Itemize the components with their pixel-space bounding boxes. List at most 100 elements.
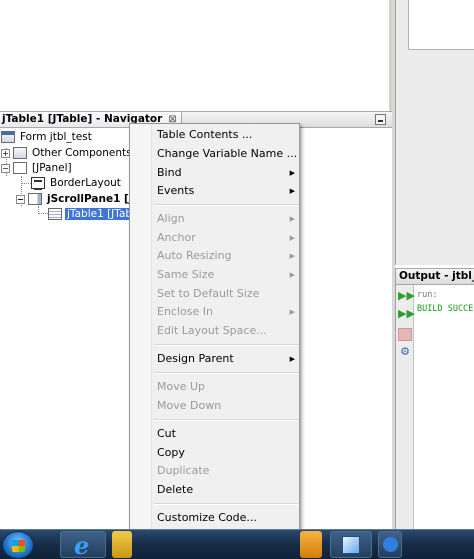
windows-logo-icon [12, 540, 25, 552]
app-icon [383, 537, 398, 552]
tree-node-jpanel[interactable]: − [JPanel] [1, 161, 74, 176]
menu-item-label: Move Up [157, 380, 206, 393]
menu-item-copy[interactable]: Copy [157, 444, 297, 462]
menu-item-move-down: Move Down [157, 397, 297, 415]
submenu-arrow-icon: ▶ [289, 308, 295, 316]
menu-item-label: Design Parent [157, 352, 234, 365]
form-icon [1, 131, 15, 143]
menu-separator [154, 344, 299, 346]
menu-item-label: Customize Code... [157, 511, 257, 524]
tree-node-form[interactable]: Form jtbl_test [1, 130, 94, 145]
output-line: run: [417, 290, 438, 300]
panel-icon [13, 162, 27, 174]
menu-item-label: Delete [157, 483, 194, 496]
submenu-arrow-icon: ▶ [289, 215, 295, 223]
settings-gear-icon[interactable]: ⚙ [398, 345, 412, 358]
output-panel: Output - jtbl_ex r ▶▶ ▶▶ ⚙ run: BUILD SU… [395, 268, 474, 529]
tree-node-label: jScrollPane1 [J [47, 193, 133, 205]
tree-node-jscrollpane1[interactable]: − jScrollPane1 [J [16, 192, 135, 207]
menu-item-label: Duplicate [157, 464, 210, 477]
menu-item-customize-code[interactable]: Customize Code... [157, 509, 297, 527]
menu-item-label: Bind [157, 166, 182, 179]
menu-item-label: Move Down [157, 399, 222, 412]
app-button[interactable] [378, 531, 402, 558]
menu-item-label: Events [157, 184, 195, 197]
menu-item-anchor: Anchor ▶ [157, 229, 297, 247]
menu-item-delete[interactable]: Delete [157, 481, 297, 499]
rerun-icon[interactable]: ▶▶ [398, 289, 415, 302]
stop-icon[interactable] [398, 328, 412, 341]
menu-item-label: Enclose In [157, 305, 213, 318]
menu-separator [154, 372, 299, 374]
menu-separator [154, 503, 299, 505]
menu-item-align: Align ▶ [157, 210, 297, 228]
form-designer-area [0, 0, 392, 111]
menu-item-label: Table Contents ... [157, 128, 253, 141]
preview-box [408, 0, 474, 50]
tree-node-other-components[interactable]: + Other Components [1, 146, 134, 161]
files-app-button[interactable] [300, 531, 322, 558]
ie-icon: e [74, 531, 90, 559]
menu-item-move-up: Move Up [157, 378, 297, 396]
tree-node-label: BorderLayout [50, 177, 121, 189]
rerun-with-args-icon[interactable]: ▶▶ [398, 307, 415, 320]
menu-item-change-variable-name[interactable]: Change Variable Name ... [157, 145, 297, 163]
explorer-folder-button[interactable] [112, 531, 132, 558]
menu-item-duplicate: Duplicate [157, 462, 297, 480]
cube-icon [342, 536, 360, 554]
submenu-arrow-icon: ▶ [289, 187, 295, 195]
submenu-arrow-icon: ▶ [289, 169, 295, 177]
layout-icon [31, 177, 45, 190]
menu-item-label: Auto Resizing [157, 249, 232, 262]
minimize-icon[interactable] [375, 114, 386, 125]
menu-item-label: Copy [157, 446, 185, 459]
taskbar: e [0, 529, 474, 559]
menu-icon-gutter [130, 124, 152, 558]
tree-node-borderlayout[interactable]: BorderLayout [31, 176, 123, 191]
menu-item-label: Change Variable Name ... [157, 147, 298, 160]
tree-node-label: [JPanel] [32, 162, 72, 174]
table-icon [48, 208, 62, 220]
submenu-arrow-icon: ▶ [289, 355, 295, 363]
menu-item-label: Edit Layout Space... [157, 324, 267, 337]
scrollpane-icon [28, 193, 42, 205]
menu-item-label: Anchor [157, 231, 196, 244]
collapse-icon[interactable]: − [16, 194, 25, 204]
menu-item-label: Cut [157, 427, 176, 440]
output-tab[interactable]: Output - jtbl_ex r [396, 268, 474, 285]
menu-item-design-parent[interactable]: Design Parent ▶ [157, 350, 297, 368]
tree-node-label: Form jtbl_test [20, 131, 92, 143]
menu-item-cut[interactable]: Cut [157, 425, 297, 443]
start-button[interactable] [2, 531, 34, 559]
collapse-icon[interactable]: − [1, 163, 10, 173]
output-toolbar: ▶▶ ▶▶ ⚙ [396, 285, 415, 529]
palette-panel [395, 0, 474, 265]
output-title: Output - jtbl_ex r [399, 270, 474, 282]
components-icon [13, 147, 27, 159]
menu-item-enclose-in: Enclose In ▶ [157, 303, 297, 321]
internet-explorer-button[interactable]: e [60, 531, 106, 559]
menu-item-events[interactable]: Events ▶ [157, 182, 297, 200]
tree-node-jtable1[interactable]: jTable1 [JTab [48, 207, 135, 222]
menu-item-edit-layout-space: Edit Layout Space... [157, 322, 297, 340]
submenu-arrow-icon: ▶ [289, 234, 295, 242]
menu-item-same-size: Same Size ▶ [157, 266, 297, 284]
tree-node-label: jTable1 [JTab [65, 208, 135, 220]
menu-item-label: Set to Default Size [157, 287, 260, 300]
tree-node-label: Other Components [32, 147, 132, 159]
menu-item-set-to-default-size: Set to Default Size [157, 285, 297, 303]
virtualbox-button[interactable] [330, 531, 372, 558]
context-menu: Table Contents ... Change Variable Name .… [129, 123, 300, 559]
menu-item-label: Same Size [157, 268, 215, 281]
menu-item-table-contents[interactable]: Table Contents ... [157, 126, 297, 144]
expand-icon[interactable]: + [1, 148, 10, 158]
submenu-arrow-icon: ▶ [289, 252, 295, 260]
output-line: BUILD SUCCE [417, 304, 474, 314]
menu-item-bind[interactable]: Bind ▶ [157, 164, 297, 182]
submenu-arrow-icon: ▶ [289, 271, 295, 279]
menu-separator [154, 419, 299, 421]
menu-item-label: Align [157, 212, 185, 225]
tree-guide [21, 183, 31, 184]
menu-item-auto-resizing: Auto Resizing ▶ [157, 247, 297, 265]
tree-guide [38, 213, 48, 214]
